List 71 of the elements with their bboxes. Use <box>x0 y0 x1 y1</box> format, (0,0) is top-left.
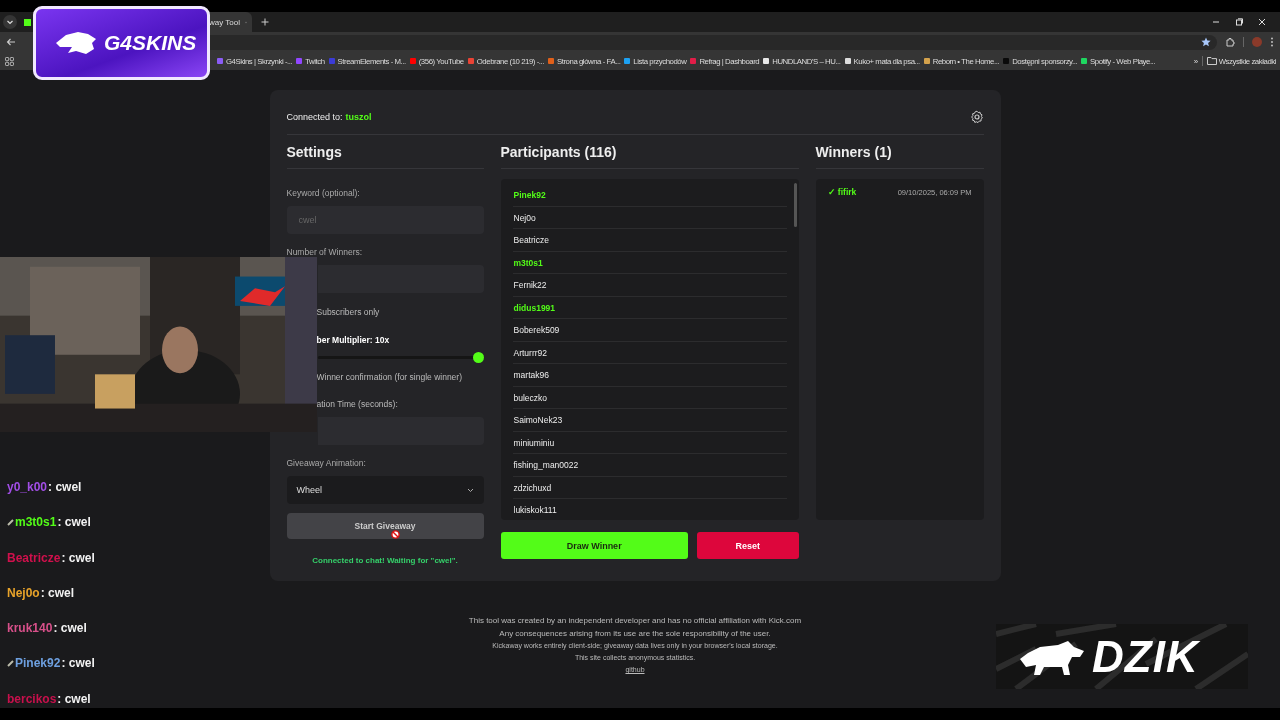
chat-message: : cwel <box>61 550 95 565</box>
settings-heading: Settings <box>286 144 484 169</box>
winners-heading: Winners (1) <box>815 144 984 169</box>
not-allowed-cursor-icon <box>391 530 400 539</box>
participant-name: zdzichuxd <box>512 476 787 499</box>
participant-name: Nej0o <box>512 206 787 229</box>
settings-icon[interactable] <box>969 110 984 124</box>
chat-username: bercikos <box>7 691 57 706</box>
chat-username: m3t0s1 <box>15 515 57 530</box>
participant-name: lukiskok111 <box>512 499 787 520</box>
participant-name: buleczko <box>512 386 787 409</box>
new-tab-icon[interactable] <box>261 18 269 26</box>
chat-username: Pinek92 <box>15 656 61 671</box>
duration-label: ation Time (seconds): <box>315 399 399 409</box>
sponsor-logo: G4SKINS <box>33 6 210 80</box>
animation-label: Giveaway Animation: <box>286 458 367 468</box>
scrollbar[interactable] <box>793 183 797 227</box>
address-field[interactable] <box>210 34 1217 50</box>
participant-name: Fernik22 <box>512 274 787 297</box>
tab-list-button[interactable] <box>3 15 17 29</box>
more-menu-icon[interactable] <box>1270 37 1274 47</box>
folder-icon <box>1206 57 1217 65</box>
chevron-down-icon <box>466 487 474 493</box>
apps-icon[interactable] <box>5 56 14 66</box>
subscribers-only-label: Subscribers only <box>315 307 381 317</box>
chat-message: : cwel <box>40 585 75 600</box>
chat-message: : cwel <box>57 691 91 706</box>
participant-name: Beatricze <box>512 229 787 252</box>
chat-username: Nej0o <box>7 585 40 600</box>
participant-name: SaimoNek23 <box>512 409 787 432</box>
multiplier-label: ber Multiplier: 10x <box>315 335 391 345</box>
start-giveaway-button[interactable]: Start Giveaway <box>286 513 484 539</box>
participant-name: Boberek509 <box>512 319 787 342</box>
sponsor-logo: DZIK <box>996 624 1248 689</box>
chat-message: : cwel <box>57 515 91 530</box>
participant-name: Arturrr92 <box>512 341 787 364</box>
chat-username: y0_k00 <box>7 480 48 494</box>
status-message: Connected to chat! Waiting for "cwel". <box>311 556 459 565</box>
participant-name: Pinek92 <box>512 184 787 207</box>
multiplier-slider[interactable] <box>317 352 484 363</box>
back-icon[interactable] <box>6 37 16 47</box>
draw-winner-button[interactable]: Draw Winner <box>500 532 688 559</box>
chat-username: Beatricze <box>7 550 61 565</box>
caret-icon <box>6 18 14 26</box>
chat-message: : cwel <box>48 480 82 494</box>
winner-name: ✓ fifirk <box>827 187 857 197</box>
footer-text: This tool was created by an independent developer and has no official affiliation with Kick.com <box>468 615 802 627</box>
slider-thumb[interactable] <box>472 352 484 363</box>
footer-text: Any consequences arising from its use are the sole responsibility of the user. <box>499 628 771 640</box>
star-icon[interactable] <box>1201 37 1211 47</box>
chat-message: : cwel <box>61 656 95 671</box>
restore-icon[interactable] <box>1234 17 1244 27</box>
chat-username: kruk140 <box>7 621 53 636</box>
participant-name: fishing_man0022 <box>512 454 787 477</box>
keyword-label: Keyword (optional): <box>286 188 361 198</box>
kick-favicon-icon <box>24 18 31 26</box>
confirmation-label: Winner confirmation (for single winner) <box>315 372 463 382</box>
participant-name: martak96 <box>512 364 787 387</box>
chat-message: : cwel <box>53 621 87 636</box>
participants-heading: Participants (116) <box>500 144 799 169</box>
animation-select[interactable]: Wheel <box>286 476 484 504</box>
connection-label: Connected to: <box>286 112 343 122</box>
participant-name: miniuminiu <box>512 431 787 454</box>
extensions-icon[interactable] <box>1225 37 1235 47</box>
winners-count-field[interactable] <box>317 265 484 293</box>
channel-name: tuszol <box>345 112 372 122</box>
more-bookmarks-button[interactable]: » <box>1193 56 1198 66</box>
winners-count-label: Number of Winners: <box>286 247 364 257</box>
reset-button[interactable]: Reset <box>696 532 799 559</box>
participant-name: didus1991 <box>512 296 787 319</box>
participant-name: m3t0s1 <box>512 251 787 274</box>
